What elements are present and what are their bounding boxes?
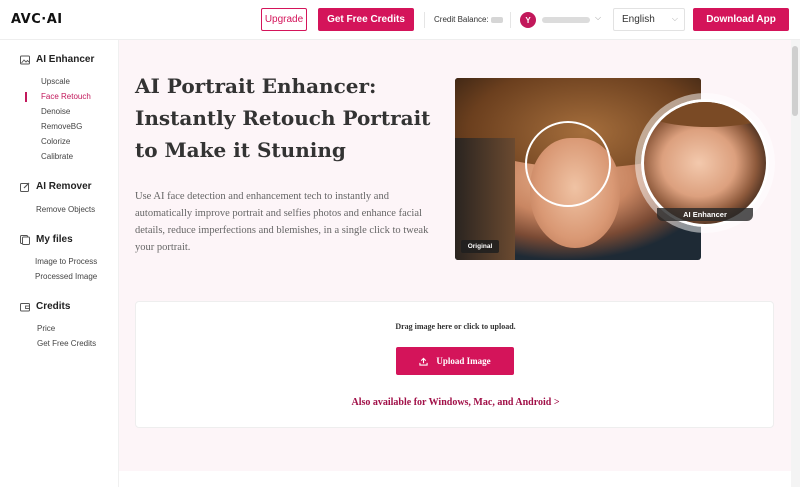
- magnifier-circle: [525, 121, 611, 207]
- sidebar-item-face-retouch[interactable]: Face Retouch: [41, 92, 91, 101]
- credit-balance: Credit Balance:: [434, 15, 503, 24]
- sidebar-section-credits[interactable]: Credits: [20, 301, 70, 312]
- credit-balance-value: [490, 16, 503, 23]
- sidebar-item-price[interactable]: Price: [37, 324, 55, 333]
- page-description: Use AI face detection and enhancement te…: [135, 191, 429, 253]
- sidebar-section-label: AI Enhancer: [36, 54, 95, 65]
- sidebar-item-get-free-credits[interactable]: Get Free Credits: [37, 339, 96, 348]
- also-available-link[interactable]: Also available for Windows, Mac, and And…: [136, 397, 775, 408]
- sidebar-item-denoise[interactable]: Denoise: [41, 107, 70, 116]
- scrollbar-thumb[interactable]: [792, 46, 798, 116]
- divider: [424, 12, 425, 28]
- top-header: AVC·AI Upgrade Get Free Credits Credit B…: [0, 0, 800, 40]
- logo[interactable]: AVC·AI: [11, 12, 63, 27]
- download-app-button[interactable]: Download App: [693, 8, 789, 31]
- ai-enhancer-badge: AI Enhancer: [657, 208, 753, 221]
- sidebar-item-colorize[interactable]: Colorize: [41, 137, 70, 146]
- page-title: AI Portrait Enhancer: Instantly Retouch …: [135, 74, 431, 162]
- below-section: [119, 471, 791, 487]
- sidebar-item-calibrate[interactable]: Calibrate: [41, 152, 73, 161]
- upload-button-label: Upload Image: [436, 356, 491, 366]
- avatar[interactable]: Y: [520, 12, 536, 28]
- sidebar: AI Enhancer Upscale Face Retouch Denoise…: [0, 40, 119, 487]
- chevron-down-icon: ⌵: [671, 14, 678, 23]
- sidebar-item-upscale[interactable]: Upscale: [41, 77, 70, 86]
- original-badge: Original: [461, 240, 499, 253]
- upload-image-button[interactable]: Upload Image: [396, 347, 514, 375]
- files-icon: [20, 234, 30, 245]
- sidebar-section-ai-remover[interactable]: AI Remover: [20, 181, 92, 192]
- edit-icon: [20, 182, 30, 192]
- sidebar-item-removebg[interactable]: RemoveBG: [41, 122, 82, 131]
- sidebar-section-label: Credits: [36, 301, 71, 312]
- upload-card[interactable]: Drag image here or click to upload. Uplo…: [135, 301, 774, 428]
- active-indicator: [25, 92, 27, 102]
- language-select[interactable]: English ⌵: [613, 8, 685, 31]
- sidebar-item-remove-objects[interactable]: Remove Objects: [36, 205, 95, 214]
- user-email[interactable]: [542, 17, 590, 23]
- divider: [510, 12, 511, 28]
- sidebar-item-image-to-process[interactable]: Image to Process: [35, 257, 97, 266]
- get-free-credits-button[interactable]: Get Free Credits: [318, 8, 414, 31]
- chevron-down-icon[interactable]: ⌵: [595, 13, 601, 23]
- wallet-icon: [20, 302, 30, 311]
- sidebar-section-ai-enhancer[interactable]: AI Enhancer: [20, 54, 94, 65]
- language-value: English: [622, 14, 655, 25]
- drag-hint: Drag image here or click to upload.: [395, 322, 516, 331]
- upgrade-button[interactable]: Upgrade: [261, 8, 307, 31]
- hat-shape: [644, 102, 766, 127]
- sidebar-section-my-files[interactable]: My files: [20, 234, 73, 245]
- sidebar-section-label: My files: [36, 234, 73, 245]
- upload-icon: [419, 357, 428, 366]
- sidebar-item-processed-image[interactable]: Processed Image: [35, 272, 97, 281]
- credit-balance-label: Credit Balance:: [434, 15, 489, 24]
- sidebar-section-label: AI Remover: [36, 181, 92, 192]
- image-icon: [20, 55, 30, 64]
